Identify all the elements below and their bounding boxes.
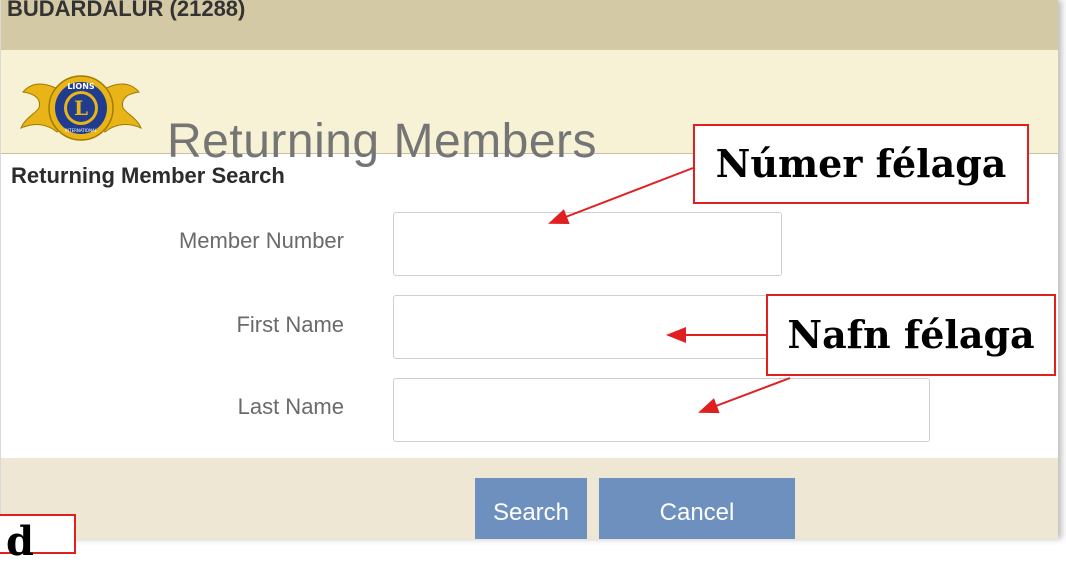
logo-top-text: LIONS [67, 82, 95, 91]
logo-bottom-text: INTERNATIONAL [65, 128, 98, 133]
page-frame: BUDARDALUR (21288) L LIONS INTERNATIONAL… [0, 0, 1058, 539]
cancel-button[interactable]: Cancel [599, 478, 795, 539]
page-title: Returning Members [167, 115, 597, 168]
name-callout: Nafn félaga [766, 294, 1056, 376]
lions-logo-icon: L LIONS INTERNATIONAL [20, 75, 142, 141]
member-number-label: Member Number [178, 228, 344, 253]
club-bar: BUDARDALUR (21288) [1, 0, 1058, 50]
last-name-input[interactable] [393, 378, 930, 442]
club-name: BUDARDALUR (21288) [7, 0, 246, 21]
member-number-callout: Númer félaga [693, 124, 1029, 204]
section-label: Returning Member Search [11, 163, 285, 188]
first-name-input[interactable] [393, 295, 782, 359]
bottom-callout: d [0, 514, 76, 565]
first-name-label: First Name [236, 312, 344, 337]
last-name-label: Last Name [237, 394, 344, 419]
member-number-input[interactable] [393, 212, 782, 276]
logo-letter: L [74, 96, 88, 120]
search-button[interactable]: Search [475, 478, 587, 539]
